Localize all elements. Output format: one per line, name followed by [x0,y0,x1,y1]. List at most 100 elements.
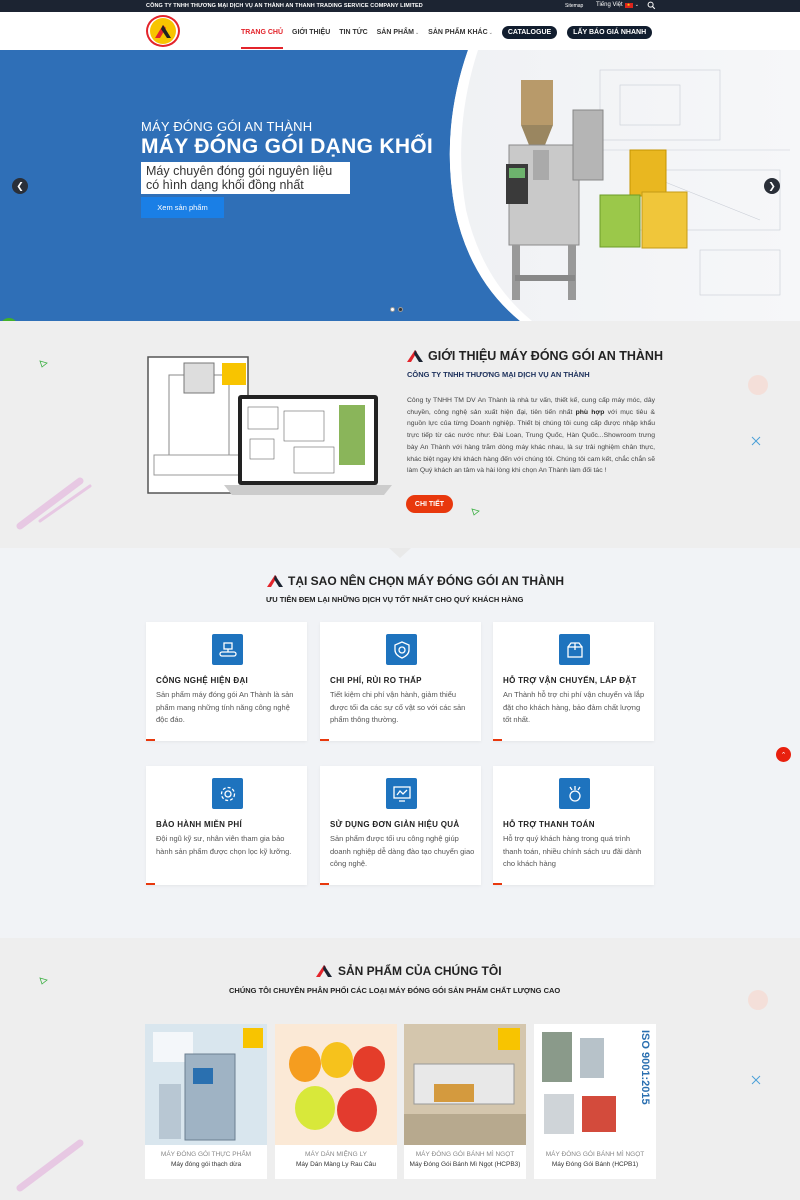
feature-card: CHI PHÍ, RỦI RO THẤP Tiết kiệm chi phí v… [320,622,481,741]
gear-icon [212,778,243,809]
catalogue-button[interactable]: CATALOGUE [501,26,558,39]
monitor-icon [386,778,417,809]
company-name: CÔNG TY TNHH THƯƠNG MẠI DỊCH VỤ AN THÀNH… [146,3,423,9]
product-card[interactable]: ISO 9001:2015 MÁY ĐÓNG GÓI BÁNH MÌ NGỌT … [534,1024,656,1179]
packing-machine-image [506,80,604,300]
machine-drawing-laptop-image [147,356,392,495]
top-bar: CÔNG TY TNHH THƯƠNG MẠI DỊCH VỤ AN THÀNH… [0,0,800,12]
product-name[interactable]: Máy đóng gói thạch dừa [145,1161,267,1168]
nav-other-products[interactable]: SẢN PHẨM KHÁC⌄ [428,29,493,36]
slider-dots [390,307,403,312]
product-name[interactable]: Máy Dán Màng Ly Rau Câu [275,1161,397,1168]
feature-description: Đội ngũ kỹ sư, nhân viên tham gia bảo hà… [156,834,292,856]
chevron-down-icon: ⌄ [414,30,420,36]
search-icon[interactable] [647,1,656,10]
slider-next-button[interactable]: ❯ [764,178,780,194]
about-body: Công ty TNHH TM DV An Thành là nhà tư vấ… [407,395,655,477]
product-image[interactable] [404,1024,526,1145]
hero-slider: MÁY ĐÓNG GÓI AN THÀNH MÁY ĐÓNG GÓI DẠNG … [0,50,800,321]
card-accent-bar [493,883,502,885]
product-card[interactable]: MÁY ĐÓNG GÓI THỰC PHẨM Máy đóng gói thạc… [145,1024,267,1179]
why-choose-section: TẠI SAO NÊN CHỌN MÁY ĐÓNG GÓI AN THÀNH Ư… [0,548,800,938]
product-card[interactable]: MÁY DÁN MIỆNG LY Máy Dán Màng Ly Rau Câu [275,1024,397,1179]
shield-icon [386,634,417,665]
sitemap-link[interactable]: Sitemap [565,3,583,9]
products-subtitle: CHÚNG TÔI CHUYÊN PHÂN PHỐI CÁC LOẠI MÁY … [229,986,561,995]
section-notch [389,548,411,558]
hero-background [0,50,790,321]
why-title: TẠI SAO NÊN CHỌN MÁY ĐÓNG GÓI AN THÀNH [288,574,565,588]
card-accent-bar [493,739,502,741]
nav-news[interactable]: TIN TỨC [339,29,367,36]
language-selector[interactable]: Tiếng Việt ⌄ [596,2,639,8]
card-accent-bar [320,739,329,741]
chevron-up-icon: ⌃ [780,751,787,759]
brand-mark-icon [316,965,332,977]
feature-title: CHI PHÍ, RỦI RO THẤP [330,676,422,685]
decorative-background [16,360,768,530]
feature-title: BẢO HÀNH MIỄN PHÍ [156,820,242,829]
brand-mark-icon [267,575,283,587]
box-icon [559,634,590,665]
card-accent-bar [146,739,155,741]
chevron-down-icon: ⌄ [488,30,493,36]
product-name[interactable]: Máy Đóng Gói Bánh Mì Ngọt (HCPB3) [404,1161,526,1168]
site-header: TRANG CHỦ GIỚI THIỆU TIN TỨC SẢN PHẨM⌄ S… [0,12,800,50]
company-logo[interactable] [146,15,180,47]
nav-products[interactable]: SẢN PHẨM⌄ [377,29,420,36]
chevron-left-icon: ❮ [16,180,24,191]
feature-card: HỖ TRỢ VẬN CHUYỂN, LẮP ĐẶT An Thành hỗ t… [493,622,654,741]
about-section: GIỚI THIỆU MÁY ĐÓNG GÓI AN THÀNH CÔNG TY… [0,321,800,548]
product-name[interactable]: Máy Đóng Gói Bánh (HCPB1) [534,1161,656,1168]
product-image[interactable] [145,1024,267,1145]
about-detail-button[interactable]: CHI TIẾT [406,495,453,513]
product-card[interactable]: MÁY ĐÓNG GÓI BÁNH MÌ NGỌT Máy Đóng Gói B… [404,1024,526,1179]
nav-products-label: SẢN PHẨM [376,29,414,36]
feature-card: BẢO HÀNH MIỄN PHÍ Đội ngũ kỹ sư, nhân vi… [146,766,307,885]
feature-title: HỖ TRỢ VẬN CHUYỂN, LẮP ĐẶT [503,676,637,685]
hero-kicker: MÁY ĐÓNG GÓI AN THÀNH [141,119,313,134]
feature-description: Sản phẩm máy đóng gói An Thành là sản ph… [156,690,294,724]
conveyor-icon [212,634,243,665]
feature-description: Hỗ trợ quý khách hàng trong quá trình th… [503,834,642,868]
feature-title: SỬ DỤNG ĐƠN GIẢN HIỆU QUẢ [330,820,460,829]
language-label: Tiếng Việt [596,2,623,8]
card-accent-bar [320,883,329,885]
hero-title: MÁY ĐÓNG GÓI DẠNG KHỐI [141,135,434,158]
product-image[interactable]: ISO 9001:2015 [534,1024,656,1145]
product-packages-image [599,149,688,249]
about-subtitle: CÔNG TY TNHH THƯƠNG MẠI DỊCH VỤ AN THÀNH [407,370,590,379]
quick-quote-button[interactable]: LẤY BÁO GIÁ NHANH [567,26,653,39]
vietnam-flag-icon [624,2,633,8]
why-subtitle: ƯU TIÊN ĐEM LẠI NHỮNG DỊCH VỤ TỐT NHẤT C… [266,595,524,604]
iso-certification-badge: ISO 9001:2015 [639,1030,651,1105]
about-title: GIỚI THIỆU MÁY ĐÓNG GÓI AN THÀNH [428,349,663,363]
feature-description: Sản phẩm được tối ưu công nghệ giúp doan… [330,834,475,868]
feature-description: An Thành hỗ trợ chi phí vận chuyển và lắ… [503,690,645,724]
slider-dot[interactable] [390,307,395,312]
logo-mark [150,18,176,44]
product-category: MÁY ĐÓNG GÓI BÁNH MÌ NGỌT [545,1151,645,1158]
back-to-top-button[interactable]: ⌃ [776,747,791,762]
payment-icon [559,778,590,809]
slider-dot-active[interactable] [398,307,403,312]
product-image[interactable] [275,1024,397,1145]
slider-prev-button[interactable]: ❮ [12,178,28,194]
feature-title: HỖ TRỢ THANH TOÁN [503,820,595,829]
feature-card: SỬ DỤNG ĐƠN GIẢN HIỆU QUẢ Sản phẩm được … [320,766,481,885]
chevron-right-icon: ❯ [768,180,776,191]
about-body-bold: phù hợp [575,408,605,416]
nav-about[interactable]: GIỚI THIỆU [292,29,330,36]
nav-other-products-label: SẢN PHẨM KHÁC [428,29,488,36]
products-section: SẢN PHẨM CỦA CHÚNG TÔI CHÚNG TÔI CHUYÊN … [0,938,800,1200]
feature-description: Tiết kiệm chi phí vận hành, giảm thiểu đ… [330,690,466,724]
product-category: MÁY DÁN MIỆNG LY [305,1151,367,1158]
main-nav: TRANG CHỦ GIỚI THIỆU TIN TỨC SẢN PHẨM⌄ S… [241,26,662,49]
hero-description: Máy chuyên đóng gói nguyên liệu có hình … [141,162,350,194]
feature-card: CÔNG NGHỆ HIỆN ĐẠI Sản phẩm máy đóng gói… [146,622,307,741]
chevron-down-icon: ⌄ [634,2,639,8]
feature-card: HỖ TRỢ THANH TOÁN Hỗ trợ quý khách hàng … [493,766,654,885]
view-products-button[interactable]: Xem sản phẩm [141,197,224,218]
product-category: MÁY ĐÓNG GÓI BÁNH MÌ NGỌT [415,1151,515,1158]
nav-home[interactable]: TRANG CHỦ [241,29,283,49]
